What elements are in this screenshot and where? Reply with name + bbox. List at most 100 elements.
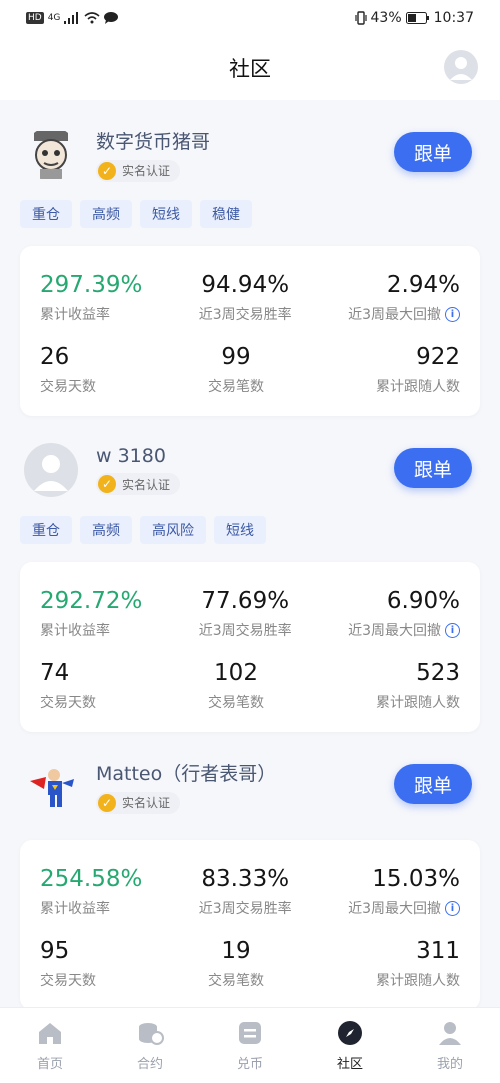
- stat-label: 累计跟随人数: [376, 695, 460, 711]
- check-icon: ✓: [98, 793, 116, 812]
- stat-total-return: 297.39% 累计收益率: [40, 272, 142, 324]
- tag: 短线: [140, 200, 192, 228]
- info-icon[interactable]: i: [445, 306, 460, 322]
- trader-name[interactable]: w 3180: [96, 445, 180, 467]
- stats-row: 297.39% 累计收益率 94.94% 近3周交易胜率 2.94% 近3周最大…: [40, 272, 460, 324]
- top-header: 社区: [0, 36, 500, 100]
- stat-label: 累计收益率: [40, 623, 110, 639]
- tab-exchange[interactable]: 兑币: [200, 1008, 300, 1083]
- clock: 10:37: [433, 10, 474, 26]
- trader-name[interactable]: 数字货币猪哥: [96, 127, 210, 154]
- hd-badge: HD: [26, 12, 44, 24]
- stat-label-wrap: 近3周最大回撤 i: [348, 898, 460, 918]
- compass-icon: [338, 1021, 362, 1045]
- stat-value: 102: [214, 660, 258, 686]
- tag: 高频: [80, 200, 132, 228]
- tab-label: 社区: [336, 1057, 363, 1072]
- trader-header: w 3180 ✓ 实名认证 跟单: [20, 438, 480, 502]
- stat-max-drawdown: 15.03% 近3周最大回撤 i: [348, 866, 460, 918]
- stat-label: 近3周最大回撤: [348, 901, 441, 917]
- trader-list[interactable]: 数字货币猪哥 ✓ 实名认证 跟单 重仓 高频 短线 稳健 297.39% 累计收…: [0, 100, 500, 1007]
- follow-button[interactable]: 跟单: [394, 448, 472, 488]
- stat-followers: 523 累计跟随人数: [376, 660, 460, 712]
- stats-row: 95 交易天数 19 交易笔数 311 累计跟随人数: [40, 938, 460, 990]
- stat-label: 交易天数: [40, 379, 96, 395]
- default-user-icon[interactable]: [24, 443, 78, 497]
- stat-label-wrap: 近3周最大回撤 i: [348, 620, 460, 640]
- stat-max-drawdown: 6.90% 近3周最大回撤 i: [348, 588, 460, 640]
- tag-list: 重仓 高频 短线 稳健: [20, 200, 480, 228]
- battery-icon: [405, 12, 429, 24]
- follow-button[interactable]: 跟单: [394, 132, 472, 172]
- stat-value: 254.58%: [40, 866, 143, 892]
- info-icon[interactable]: i: [445, 622, 460, 638]
- tag: 高风险: [140, 516, 206, 544]
- network-badge: 4G: [47, 13, 61, 23]
- stat-value: 26: [40, 344, 70, 370]
- stat-followers: 311 累计跟随人数: [376, 938, 460, 990]
- tag: 稳健: [200, 200, 252, 228]
- stat-value: 77.69%: [201, 588, 290, 614]
- verified-badge: ✓ 实名认证: [96, 791, 181, 814]
- trader-name[interactable]: Matteo（行者表哥）: [96, 759, 276, 786]
- status-bar: HD 4G 43% 10:37: [0, 0, 500, 36]
- message-icon: [104, 12, 119, 24]
- tab-community[interactable]: 社区: [300, 1008, 400, 1083]
- stat-label: 近3周最大回撤: [348, 623, 441, 639]
- superhero-icon[interactable]: [24, 759, 78, 813]
- stat-label: 近3周交易胜率: [198, 307, 292, 323]
- tab-profile[interactable]: 我的: [400, 1008, 500, 1083]
- stat-label: 累计收益率: [40, 307, 110, 323]
- stat-value: 15.03%: [372, 866, 460, 892]
- stat-label: 交易笔数: [208, 973, 264, 989]
- stats-card[interactable]: 292.72% 累计收益率 77.69% 近3周交易胜率 6.90% 近3周最大…: [20, 562, 480, 732]
- trader-header: Matteo（行者表哥） ✓ 实名认证 跟单: [20, 754, 480, 818]
- stat-value: 2.94%: [386, 272, 460, 298]
- stat-value: 292.72%: [40, 588, 143, 614]
- wifi-icon: [84, 12, 100, 24]
- stat-value: 6.90%: [386, 588, 460, 614]
- tag: 重仓: [20, 200, 72, 228]
- user-avatar-button[interactable]: [444, 50, 478, 84]
- tab-contract[interactable]: 合约: [100, 1008, 200, 1083]
- trader-card: Matteo（行者表哥） ✓ 实名认证 跟单 254.58% 累计收益率 83.…: [0, 732, 500, 1007]
- tag: 高频: [80, 516, 132, 544]
- follow-button[interactable]: 跟单: [394, 764, 472, 804]
- stat-win-rate: 77.69% 近3周交易胜率: [199, 588, 292, 640]
- tab-label: 兑币: [236, 1057, 263, 1072]
- stat-followers: 922 累计跟随人数: [376, 344, 460, 396]
- tab-home[interactable]: 首页: [0, 1008, 100, 1083]
- tag: 重仓: [20, 516, 72, 544]
- signal-icon: [64, 12, 79, 24]
- tab-label: 我的: [436, 1057, 463, 1072]
- stats-row: 292.72% 累计收益率 77.69% 近3周交易胜率 6.90% 近3周最大…: [40, 588, 460, 640]
- stat-trade-count: 19 交易笔数: [208, 938, 264, 990]
- stat-label: 交易笔数: [208, 695, 264, 711]
- stat-label: 累计跟随人数: [376, 379, 460, 395]
- stat-value: 523: [416, 660, 460, 686]
- tag: 短线: [214, 516, 266, 544]
- trader-info: Matteo（行者表哥） ✓ 实名认证: [96, 759, 276, 814]
- stat-win-rate: 94.94% 近3周交易胜率: [199, 272, 292, 324]
- verified-label: 实名认证: [122, 796, 171, 810]
- stat-value: 19: [221, 938, 251, 964]
- stat-label: 交易笔数: [208, 379, 264, 395]
- stat-label: 交易天数: [40, 973, 96, 989]
- cartoon-face-icon[interactable]: [24, 127, 78, 181]
- stats-card[interactable]: 254.58% 累计收益率 83.33% 近3周交易胜率 15.03% 近3周最…: [20, 840, 480, 1007]
- battery-percent: 43%: [370, 10, 402, 26]
- stat-value: 297.39%: [40, 272, 143, 298]
- tab-label: 合约: [136, 1057, 163, 1072]
- tab-label: 首页: [36, 1057, 63, 1072]
- stat-value: 83.33%: [201, 866, 290, 892]
- trader-info: w 3180 ✓ 实名认证: [96, 445, 181, 495]
- info-icon[interactable]: i: [445, 900, 460, 916]
- stats-card[interactable]: 297.39% 累计收益率 94.94% 近3周交易胜率 2.94% 近3周最大…: [20, 246, 480, 416]
- stat-label: 累计收益率: [40, 901, 110, 917]
- check-icon: ✓: [98, 475, 116, 493]
- exchange-icon: [239, 1022, 261, 1044]
- stat-win-rate: 83.33% 近3周交易胜率: [199, 866, 292, 918]
- page-title: 社区: [229, 57, 271, 81]
- stat-label-wrap: 近3周最大回撤 i: [348, 304, 460, 324]
- status-left: HD 4G: [26, 12, 119, 24]
